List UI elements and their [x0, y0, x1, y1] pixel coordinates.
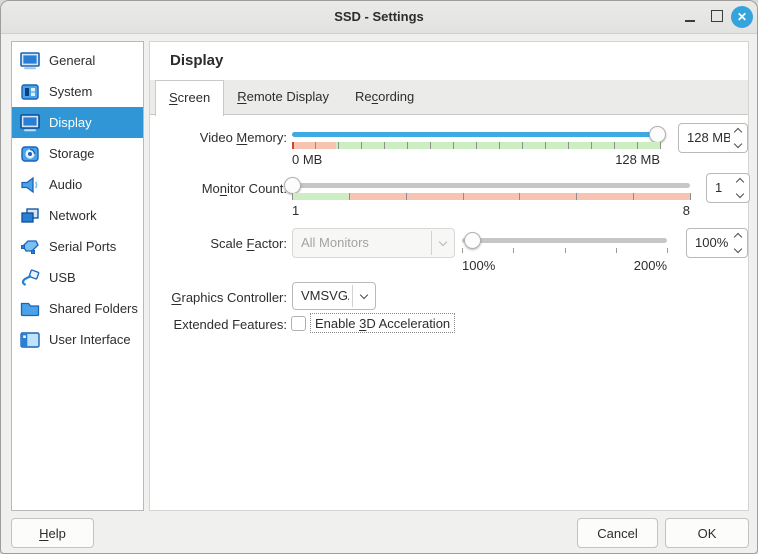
graphics-controller-label: Graphics Controller: — [150, 290, 287, 306]
monitor-count-slider-handle[interactable] — [284, 177, 301, 194]
monitor-count-spinbox[interactable]: 1 — [706, 173, 750, 203]
shared-folders-icon — [18, 299, 42, 319]
monitor-count-range-strip — [292, 193, 690, 200]
enable-3d-checkbox[interactable] — [291, 316, 306, 331]
sidebar-item-display[interactable]: Display — [12, 107, 143, 138]
scale-factor-slider-handle[interactable] — [464, 232, 481, 249]
help-button[interactable]: Help — [11, 518, 94, 548]
sidebar-item-network[interactable]: Network — [12, 200, 143, 231]
scale-factor-monitor-dropdown[interactable]: All Monitors — [292, 228, 455, 258]
minimize-button[interactable] — [683, 10, 697, 24]
monitor-count-max-label: 8 — [292, 203, 690, 218]
window-title: SSD - Settings — [1, 1, 757, 33]
scale-factor-max-label: 200% — [462, 258, 667, 273]
sidebar-item-label: Display — [49, 115, 92, 130]
settings-dialog: SSD - Settings ✕ General System Display — [0, 0, 758, 554]
chevron-down-icon — [439, 238, 447, 246]
spin-down-icon[interactable] — [734, 140, 742, 148]
ok-button[interactable]: OK — [665, 518, 749, 548]
sidebar-item-label: Audio — [49, 177, 82, 192]
video-memory-spinbox[interactable]: 128 MB — [678, 123, 748, 153]
graphics-controller-dropdown[interactable]: VMSVGA — [292, 282, 376, 310]
video-memory-label: Video Memory: — [150, 130, 287, 146]
sidebar-item-label: USB — [49, 270, 76, 285]
close-icon: ✕ — [737, 10, 747, 24]
sidebar-item-label: System — [49, 84, 92, 99]
enable-3d-checkbox-label[interactable]: Enable 3D Acceleration — [310, 313, 455, 333]
maximize-button[interactable] — [711, 10, 723, 22]
tab-screen[interactable]: Screen — [155, 80, 224, 116]
scale-factor-ticks — [462, 248, 667, 253]
sidebar-item-shared-folders[interactable]: Shared Folders — [12, 293, 143, 324]
sidebar-item-label: Serial Ports — [49, 239, 116, 254]
chevron-down-icon — [360, 291, 368, 299]
spin-up-icon[interactable] — [734, 128, 742, 136]
video-memory-slider[interactable] — [292, 132, 660, 137]
minimize-icon — [685, 20, 695, 22]
sidebar-item-storage[interactable]: Storage — [12, 138, 143, 169]
scale-factor-spinbox[interactable]: 100% — [686, 228, 748, 258]
scale-factor-label: Scale Factor: — [150, 236, 287, 252]
sidebar-item-label: General — [49, 53, 95, 68]
sidebar-item-label: User Interface — [49, 332, 131, 347]
user-interface-icon — [18, 330, 42, 350]
usb-icon — [18, 268, 42, 288]
audio-icon — [18, 175, 42, 195]
sidebar-item-label: Storage — [49, 146, 95, 161]
video-memory-max-label: 128 MB — [292, 152, 660, 167]
panel-header: Display — [150, 42, 748, 80]
display-settings-panel: Display Screen Remote Display Recording … — [149, 41, 749, 511]
spin-up-icon[interactable] — [734, 233, 742, 241]
sidebar-item-audio[interactable]: Audio — [12, 169, 143, 200]
close-button[interactable]: ✕ — [731, 6, 753, 28]
system-icon — [18, 82, 42, 102]
sidebar-item-usb[interactable]: USB — [12, 262, 143, 293]
extended-features-label: Extended Features: — [150, 317, 287, 333]
sidebar-item-general[interactable]: General — [12, 45, 143, 76]
tab-bar: Screen Remote Display Recording — [150, 80, 748, 115]
video-memory-slider-handle[interactable] — [649, 126, 666, 143]
serial-ports-icon — [18, 237, 42, 257]
tab-recording[interactable]: Recording — [342, 80, 427, 115]
scale-factor-slider[interactable] — [462, 238, 667, 243]
sidebar-item-label: Shared Folders — [49, 301, 138, 316]
sidebar-item-system[interactable]: System — [12, 76, 143, 107]
network-icon — [18, 206, 42, 226]
storage-icon — [18, 144, 42, 164]
monitor-count-slider[interactable] — [292, 183, 690, 188]
sidebar-item-user-interface[interactable]: User Interface — [12, 324, 143, 355]
spin-down-icon[interactable] — [736, 190, 744, 198]
spin-up-icon[interactable] — [736, 178, 744, 186]
display-icon — [18, 113, 42, 133]
video-memory-range-strip — [292, 142, 660, 149]
spin-down-icon[interactable] — [734, 245, 742, 253]
titlebar[interactable]: SSD - Settings ✕ — [1, 1, 757, 34]
settings-category-list: General System Display Storage Audio — [11, 41, 144, 511]
general-icon — [18, 51, 42, 71]
page-title: Display — [150, 42, 748, 69]
cancel-button[interactable]: Cancel — [577, 518, 658, 548]
monitor-count-label: Monitor Count: — [150, 181, 287, 197]
tab-remote-display[interactable]: Remote Display — [224, 80, 342, 115]
sidebar-item-label: Network — [49, 208, 97, 223]
sidebar-item-serial-ports[interactable]: Serial Ports — [12, 231, 143, 262]
